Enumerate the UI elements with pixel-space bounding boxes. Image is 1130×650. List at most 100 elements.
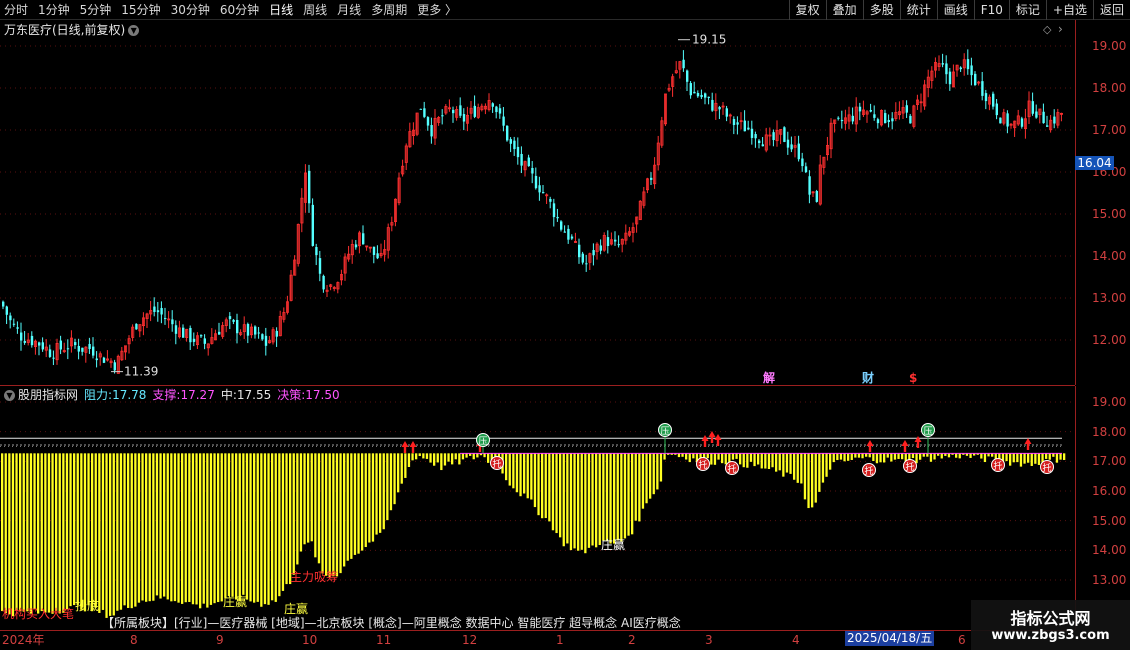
- indicator-bar: [868, 453, 871, 458]
- indicator-bar: [87, 453, 90, 606]
- indicator-bar: [929, 453, 933, 462]
- annotation-zhuang-win2: 庄赢: [284, 601, 308, 616]
- indicator-bar: [451, 453, 454, 465]
- candle-body: [30, 335, 34, 346]
- candle-body: [513, 140, 516, 150]
- candle-body: [840, 119, 844, 122]
- indicator-bar: [778, 453, 781, 471]
- candle-body: [491, 103, 494, 107]
- candle-body: [527, 157, 530, 167]
- candle-body: [92, 346, 95, 356]
- candle-body: [200, 335, 203, 337]
- candle-body: [560, 221, 563, 230]
- pane-divider[interactable]: [0, 385, 1075, 386]
- candle-body: [614, 239, 617, 242]
- candle-body: [372, 246, 376, 255]
- indicator-bar: [659, 453, 663, 482]
- candle-body: [264, 335, 268, 346]
- indicator-bar: [353, 453, 357, 555]
- indicator-bar: [749, 453, 753, 462]
- indicator-bar: [8, 453, 11, 615]
- candle-body: [102, 357, 106, 363]
- candle-body: [959, 67, 962, 70]
- toolbar-button-8[interactable]: 返回: [1092, 0, 1130, 20]
- candle-body: [81, 347, 84, 352]
- indicator-bar: [1027, 453, 1030, 463]
- decision-key: 决策:: [277, 388, 306, 402]
- candle-body: [981, 81, 984, 96]
- indicator-bar: [476, 453, 479, 458]
- indicator-bar: [33, 453, 36, 610]
- candle-body: [815, 191, 818, 202]
- indicator-bar: [267, 453, 270, 605]
- indicator-bar: [685, 453, 688, 460]
- decision-label: 决策:17.50: [277, 388, 339, 402]
- indicator-bar: [569, 453, 573, 551]
- buy-arrow-icon: [714, 434, 722, 446]
- indicator-bar: [80, 453, 83, 610]
- buy-arrow-icon: [901, 440, 909, 452]
- indicator-bar: [764, 453, 767, 469]
- indicator-bar: [519, 453, 522, 497]
- indicator-bar: [382, 453, 385, 530]
- indicator-bar: [238, 453, 241, 601]
- indicator-axis-label: 15.00: [1092, 513, 1127, 528]
- annotation-main-force: 主力吸筹: [290, 570, 338, 584]
- indicator-bar: [839, 453, 843, 460]
- candle-body: [689, 83, 692, 96]
- candle-body: [308, 170, 311, 204]
- indicator-bar: [595, 453, 598, 548]
- indicator-bar: [123, 453, 126, 606]
- indicator-bar: [15, 453, 18, 611]
- chevron-down-icon[interactable]: ▼: [4, 390, 15, 401]
- indicator-bar: [461, 453, 465, 460]
- indicator-bar: [19, 453, 22, 612]
- indicator-bar: [285, 453, 288, 585]
- indicator-bar: [411, 453, 414, 461]
- indicator-axis-label: 13.00: [1092, 573, 1127, 587]
- indicator-bar: [407, 453, 411, 467]
- candle-body: [693, 91, 696, 94]
- indicator-bar: [638, 453, 641, 522]
- indicator-bar: [307, 453, 310, 543]
- indicator-bar: [587, 453, 591, 548]
- buy-arrow-icon: [401, 441, 409, 453]
- indicator-bar: [584, 453, 587, 554]
- indicator-axis-label: 16.00: [1092, 484, 1127, 498]
- indicator-bar: [321, 453, 324, 574]
- annotation-zhuang-win: 庄赢: [223, 594, 247, 609]
- indicator-bar: [325, 453, 328, 576]
- candlestick-series: [2, 49, 1064, 374]
- indicator-bar: [91, 453, 94, 612]
- candle-body: [1006, 113, 1009, 127]
- candle-body: [459, 105, 462, 116]
- indicator-bar: [717, 453, 720, 460]
- pressure-badge-text: 压: [478, 436, 487, 447]
- candle-body: [542, 192, 545, 194]
- price-axis-label: 12.00: [1092, 333, 1127, 347]
- indicator-bar: [544, 453, 547, 519]
- candle-body: [686, 70, 689, 82]
- current-price-tag: 16.04: [1075, 156, 1114, 170]
- candle-body: [113, 362, 116, 371]
- indicator-bar: [850, 453, 853, 460]
- indicator-bar: [854, 453, 857, 458]
- indicator-bar: [897, 453, 900, 459]
- indicator-bar: [386, 453, 389, 521]
- candle-body: [48, 349, 52, 357]
- indicator-bar: [746, 453, 749, 468]
- indicator-bar: [335, 453, 339, 577]
- candle-body: [797, 143, 800, 160]
- candle-body: [570, 236, 574, 239]
- indicator-bar: [724, 453, 727, 465]
- indicator-bar: [339, 453, 342, 574]
- indicator-bar: [361, 453, 364, 551]
- indicator-bar: [58, 453, 61, 614]
- candle-body: [909, 115, 912, 124]
- candle-body: [462, 114, 466, 122]
- indicator-bar: [623, 453, 627, 539]
- indicator-bar: [195, 453, 198, 605]
- candle-body: [876, 119, 880, 124]
- candle-body: [495, 106, 498, 113]
- indicator-bar: [299, 453, 303, 552]
